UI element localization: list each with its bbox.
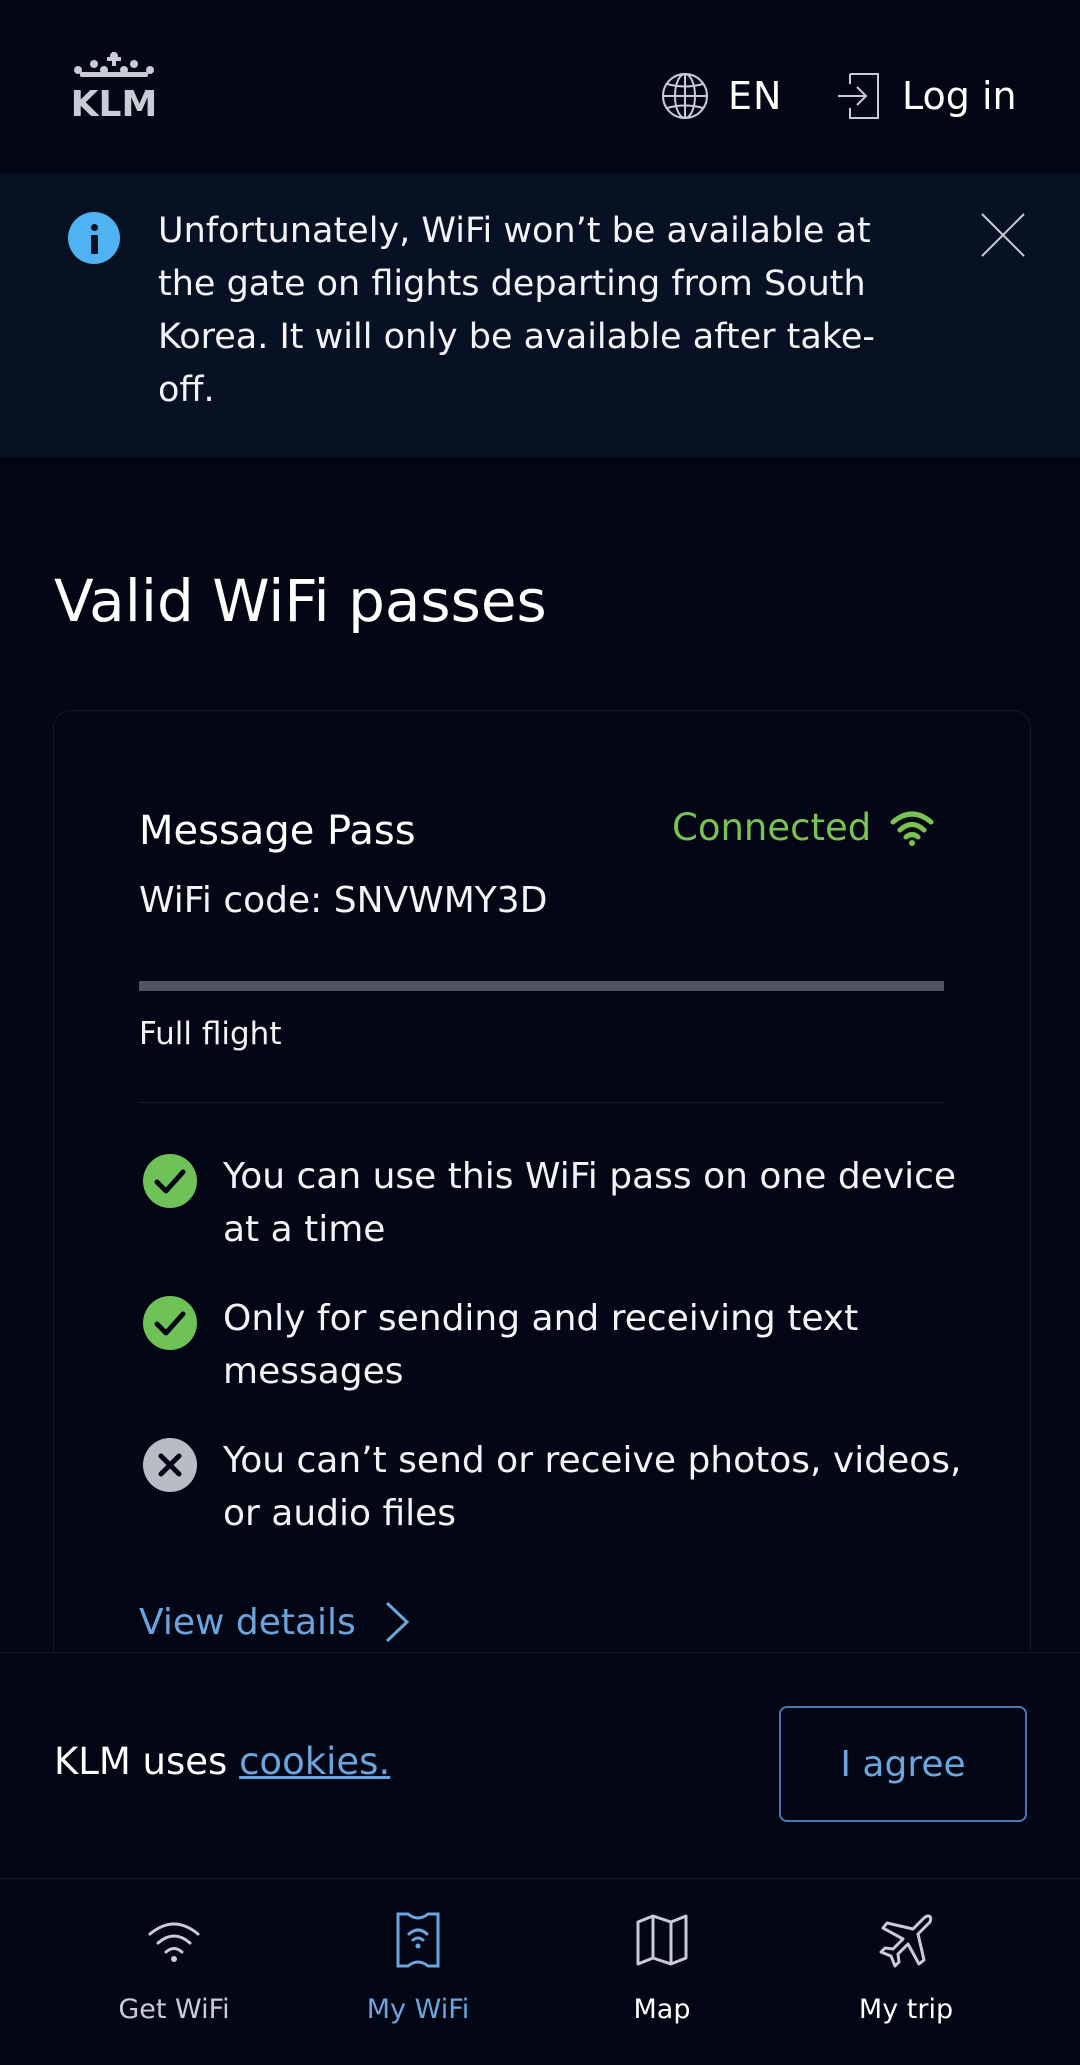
feature-item: Only for sending and receiving text mess…: [139, 1292, 959, 1402]
nav-item-get-wifi[interactable]: Get WiFi: [54, 1912, 294, 2042]
language-label: EN: [728, 74, 783, 118]
check-icon: [143, 1296, 197, 1350]
nav-label: Get WiFi: [118, 1994, 230, 2025]
chevron-right-icon: [385, 1601, 409, 1643]
close-icon[interactable]: [978, 210, 1028, 260]
ticket-icon: [396, 1912, 440, 1968]
nav-label: My WiFi: [366, 1994, 470, 2025]
nav-item-my-wifi[interactable]: My WiFi: [298, 1912, 538, 2042]
pass-name: Message Pass: [139, 808, 416, 854]
cookie-text: KLM uses cookies.: [54, 1740, 390, 1783]
header: KLM EN Log in: [0, 0, 1080, 174]
connection-status: Connected: [672, 806, 935, 849]
cookies-link[interactable]: cookies.: [239, 1740, 390, 1783]
login-button[interactable]: Log in: [836, 68, 1017, 124]
login-icon: [838, 73, 879, 119]
nav-item-my-trip[interactable]: My trip: [786, 1912, 1026, 2042]
feature-text: You can use this WiFi pass on one device…: [223, 1156, 957, 1250]
klm-logo[interactable]: KLM: [58, 50, 170, 120]
wifi-code: WiFi code: SNVWMY3D: [139, 880, 548, 921]
cookie-prefix: KLM uses: [54, 1740, 240, 1783]
nav-label: Map: [633, 1994, 691, 2025]
pass-progress-bar: [139, 981, 944, 991]
nav-item-map[interactable]: Map: [542, 1912, 782, 2042]
info-banner-text: Unfortunately, WiFi won’t be available a…: [158, 211, 875, 410]
feature-text: Only for sending and receiving text mess…: [223, 1298, 859, 1392]
cross-icon: [143, 1438, 197, 1492]
check-icon: [143, 1154, 197, 1208]
plane-icon: [879, 1914, 933, 1968]
globe-icon: [662, 73, 708, 119]
map-icon: [636, 1914, 688, 1966]
divider: [139, 1102, 944, 1103]
feature-item: You can’t send or receive photos, videos…: [139, 1434, 961, 1544]
login-label: Log in: [902, 74, 1017, 118]
svg-text:KLM: KLM: [71, 84, 158, 120]
wifi-signal-icon: [890, 811, 934, 846]
nav-label: My trip: [858, 1994, 954, 2025]
wifi-icon: [148, 1922, 200, 1962]
progress-fill: [139, 981, 944, 991]
page-title: Valid WiFi passes: [54, 567, 547, 635]
pass-duration: Full flight: [139, 1016, 282, 1052]
language-selector[interactable]: EN: [660, 68, 782, 124]
agree-button[interactable]: I agree: [779, 1706, 1027, 1822]
status-label: Connected: [672, 806, 872, 849]
feature-item: You can use this WiFi pass on one device…: [139, 1150, 959, 1260]
info-icon: [68, 212, 120, 264]
view-details-link[interactable]: View details: [139, 1600, 410, 1644]
feature-text: You can’t send or receive photos, videos…: [223, 1440, 962, 1534]
view-details-label: View details: [139, 1601, 356, 1643]
